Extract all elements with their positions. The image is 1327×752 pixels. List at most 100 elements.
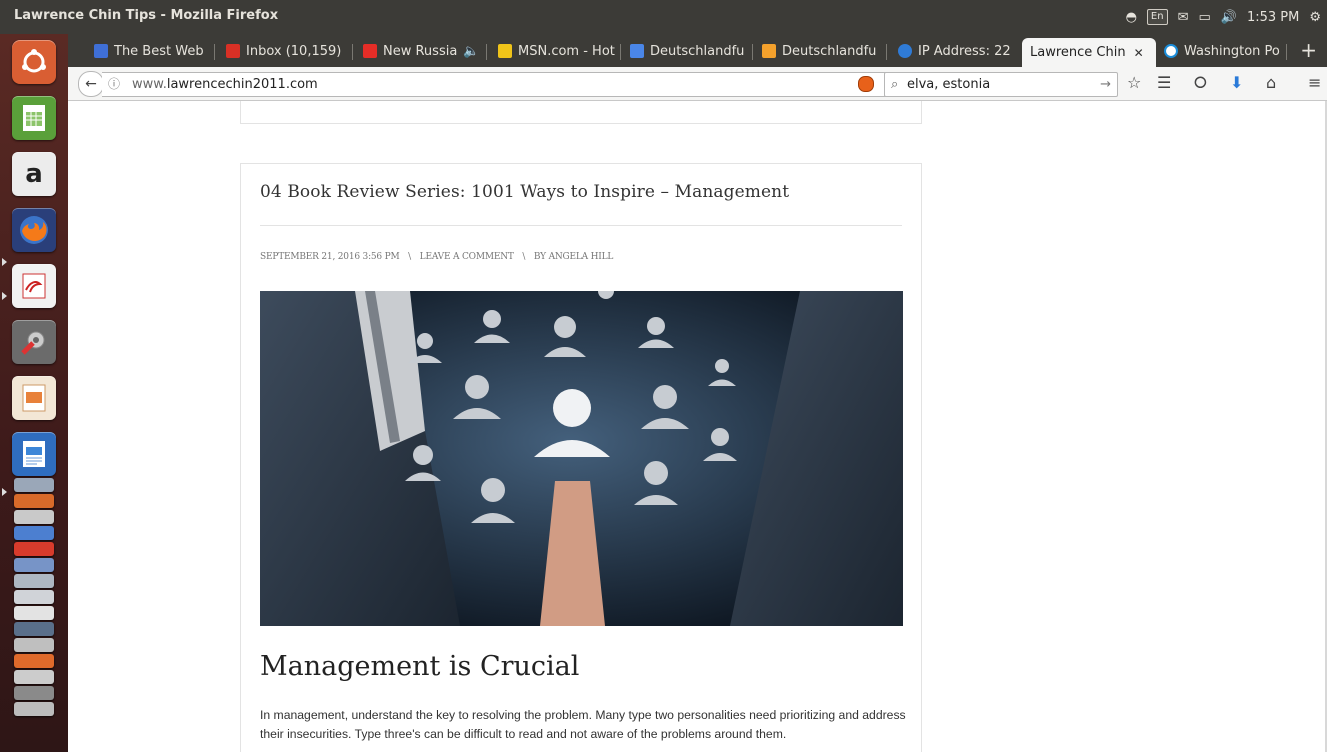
stacked-app-icon[interactable] bbox=[14, 558, 54, 572]
stacked-app-icon[interactable] bbox=[14, 654, 54, 668]
tab-label: Lawrence Chin bbox=[1030, 45, 1126, 60]
download-icon[interactable]: ⬇ bbox=[1230, 73, 1243, 93]
featured-image bbox=[260, 291, 903, 626]
tab-separator bbox=[752, 44, 753, 60]
back-button[interactable]: ← bbox=[78, 71, 104, 97]
tab-deutschlandfunk-1[interactable]: Deutschlandfu bbox=[630, 38, 748, 64]
search-bar[interactable]: ⌕ elva, estonia → bbox=[884, 72, 1118, 97]
stacked-app-icon[interactable] bbox=[14, 686, 54, 700]
settings-gear-icon[interactable]: ⚙ bbox=[1309, 10, 1321, 25]
keyboard-layout-indicator[interactable]: En bbox=[1146, 9, 1168, 25]
tab-separator bbox=[214, 44, 215, 60]
amazon-icon[interactable]: a bbox=[12, 152, 56, 196]
url-bar[interactable]: ⓘ www.lawrencechin2011.com ↻ bbox=[102, 72, 903, 97]
close-tab-icon[interactable]: ✕ bbox=[1134, 46, 1144, 60]
tab-inbox[interactable]: Inbox (10,159) bbox=[226, 38, 350, 64]
youtube-favicon-icon bbox=[363, 44, 377, 58]
tab-label: The Best Web bbox=[114, 43, 204, 59]
clock[interactable]: 1:53 PM bbox=[1247, 10, 1299, 25]
post-card: 04 Book Review Series: 1001 Ways to Insp… bbox=[240, 163, 922, 752]
tab-label: Washington Po bbox=[1184, 43, 1280, 59]
firefox-icon[interactable] bbox=[12, 208, 56, 252]
meta-separator: \ bbox=[522, 252, 526, 262]
tab-separator bbox=[620, 44, 621, 60]
new-tab-button[interactable]: + bbox=[1300, 40, 1317, 60]
meta-separator: \ bbox=[408, 252, 411, 262]
tab-label: New Russia bbox=[383, 43, 458, 59]
top-panel: Lawrence Chin Tips - Mozilla Firefox ◓ E… bbox=[0, 0, 1327, 34]
stacked-app-icon[interactable] bbox=[14, 526, 54, 540]
msn-favicon-icon bbox=[498, 44, 512, 58]
url-text: www.lawrencechin2011.com bbox=[132, 77, 318, 92]
tab-strip: The Best Web Inbox (10,159) New Russia 🔈… bbox=[68, 34, 1327, 67]
section-heading: Management is Crucial bbox=[260, 651, 580, 682]
document-favicon-icon bbox=[630, 44, 644, 58]
writer-icon[interactable] bbox=[12, 432, 56, 476]
battery-icon[interactable]: ▭ bbox=[1198, 10, 1210, 25]
running-indicator bbox=[2, 292, 7, 300]
tab-label: Deutschlandfu bbox=[650, 43, 745, 59]
tab-msn[interactable]: MSN.com - Hot bbox=[498, 38, 616, 64]
bookmark-star-icon[interactable]: ☆ bbox=[1127, 73, 1141, 93]
spreadsheet-icon[interactable] bbox=[12, 96, 56, 140]
document-favicon-icon bbox=[762, 44, 776, 58]
volume-icon[interactable]: 🔊 bbox=[1221, 10, 1237, 25]
post-date-link[interactable]: SEPTEMBER 21, 2016 3:56 PM bbox=[260, 252, 400, 262]
stacked-app-icon[interactable] bbox=[14, 510, 54, 524]
stacked-app-icon[interactable] bbox=[14, 670, 54, 684]
mail-icon[interactable]: ✉ bbox=[1178, 10, 1189, 25]
leave-comment-link[interactable]: LEAVE A COMMENT bbox=[420, 252, 514, 262]
stacked-app-icon[interactable] bbox=[14, 478, 54, 492]
site-info-icon[interactable]: ⓘ bbox=[108, 73, 120, 96]
stacked-app-icon[interactable] bbox=[14, 606, 54, 620]
stacked-app-icon[interactable] bbox=[14, 702, 54, 716]
tab-label: Inbox (10,159) bbox=[246, 43, 342, 59]
wifi-icon[interactable]: ◓ bbox=[1126, 10, 1137, 25]
tab-ip-address[interactable]: IP Address: 22 bbox=[898, 38, 1016, 64]
navigation-toolbar: ← ⓘ www.lawrencechin2011.com ↻ ⌕ elva, e… bbox=[68, 67, 1327, 101]
previous-post-card bbox=[240, 101, 922, 124]
speaker-icon[interactable]: 🔈 bbox=[463, 44, 479, 59]
stacked-app-icon[interactable] bbox=[14, 542, 54, 556]
running-indicator bbox=[2, 488, 7, 496]
stacked-app-icon[interactable] bbox=[14, 622, 54, 636]
tab-separator bbox=[352, 44, 353, 60]
post-body-paragraph: In management, understand the key to res… bbox=[260, 708, 906, 741]
search-icon: ⌕ bbox=[891, 77, 899, 92]
title-divider bbox=[260, 225, 902, 226]
stacked-app-icon[interactable] bbox=[14, 494, 54, 508]
running-indicator bbox=[2, 258, 7, 266]
search-input[interactable]: elva, estonia bbox=[907, 73, 990, 96]
window-title: Lawrence Chin Tips - Mozilla Firefox bbox=[14, 8, 279, 23]
impress-icon[interactable] bbox=[12, 376, 56, 420]
stacked-app-icon[interactable] bbox=[14, 590, 54, 604]
ubuntu-dash-icon[interactable] bbox=[12, 40, 56, 84]
tab-separator bbox=[1286, 44, 1287, 60]
gmail-favicon-icon bbox=[226, 44, 240, 58]
reading-list-icon[interactable]: ☰ bbox=[1157, 73, 1171, 93]
grid-favicon-icon bbox=[94, 44, 108, 58]
tab-label: Deutschlandfu bbox=[782, 43, 877, 59]
globe-favicon-icon bbox=[898, 44, 912, 58]
pocket-icon[interactable]: ⭘ bbox=[1194, 73, 1207, 93]
tab-best-web[interactable]: The Best Web bbox=[94, 38, 210, 64]
tab-new-russia[interactable]: New Russia 🔈 bbox=[363, 38, 481, 64]
launcher: a bbox=[0, 34, 69, 752]
tab-separator bbox=[486, 44, 487, 60]
post-title[interactable]: 04 Book Review Series: 1001 Ways to Insp… bbox=[260, 182, 789, 202]
system-settings-icon[interactable] bbox=[12, 320, 56, 364]
author-link[interactable]: BY ANGELA HILL bbox=[534, 252, 613, 262]
tab-washington-post[interactable]: Washington Po bbox=[1164, 38, 1282, 64]
page-content: 04 Book Review Series: 1001 Ways to Insp… bbox=[68, 101, 1327, 752]
addon-block-icon[interactable] bbox=[858, 76, 874, 92]
evince-reader-icon[interactable] bbox=[12, 264, 56, 308]
search-go-arrow-icon[interactable]: → bbox=[1100, 73, 1111, 96]
tab-deutschlandfunk-2[interactable]: Deutschlandfu bbox=[762, 38, 882, 64]
home-icon[interactable]: ⌂ bbox=[1266, 73, 1276, 93]
stacked-app-icon[interactable] bbox=[14, 574, 54, 588]
menu-hamburger-icon[interactable]: ≡ bbox=[1308, 73, 1321, 93]
tab-lawrence-chin[interactable]: Lawrence Chin ✕ bbox=[1022, 38, 1156, 67]
loading-favicon-icon bbox=[1164, 44, 1178, 58]
tab-label: IP Address: 22 bbox=[918, 43, 1011, 59]
stacked-app-icon[interactable] bbox=[14, 638, 54, 652]
